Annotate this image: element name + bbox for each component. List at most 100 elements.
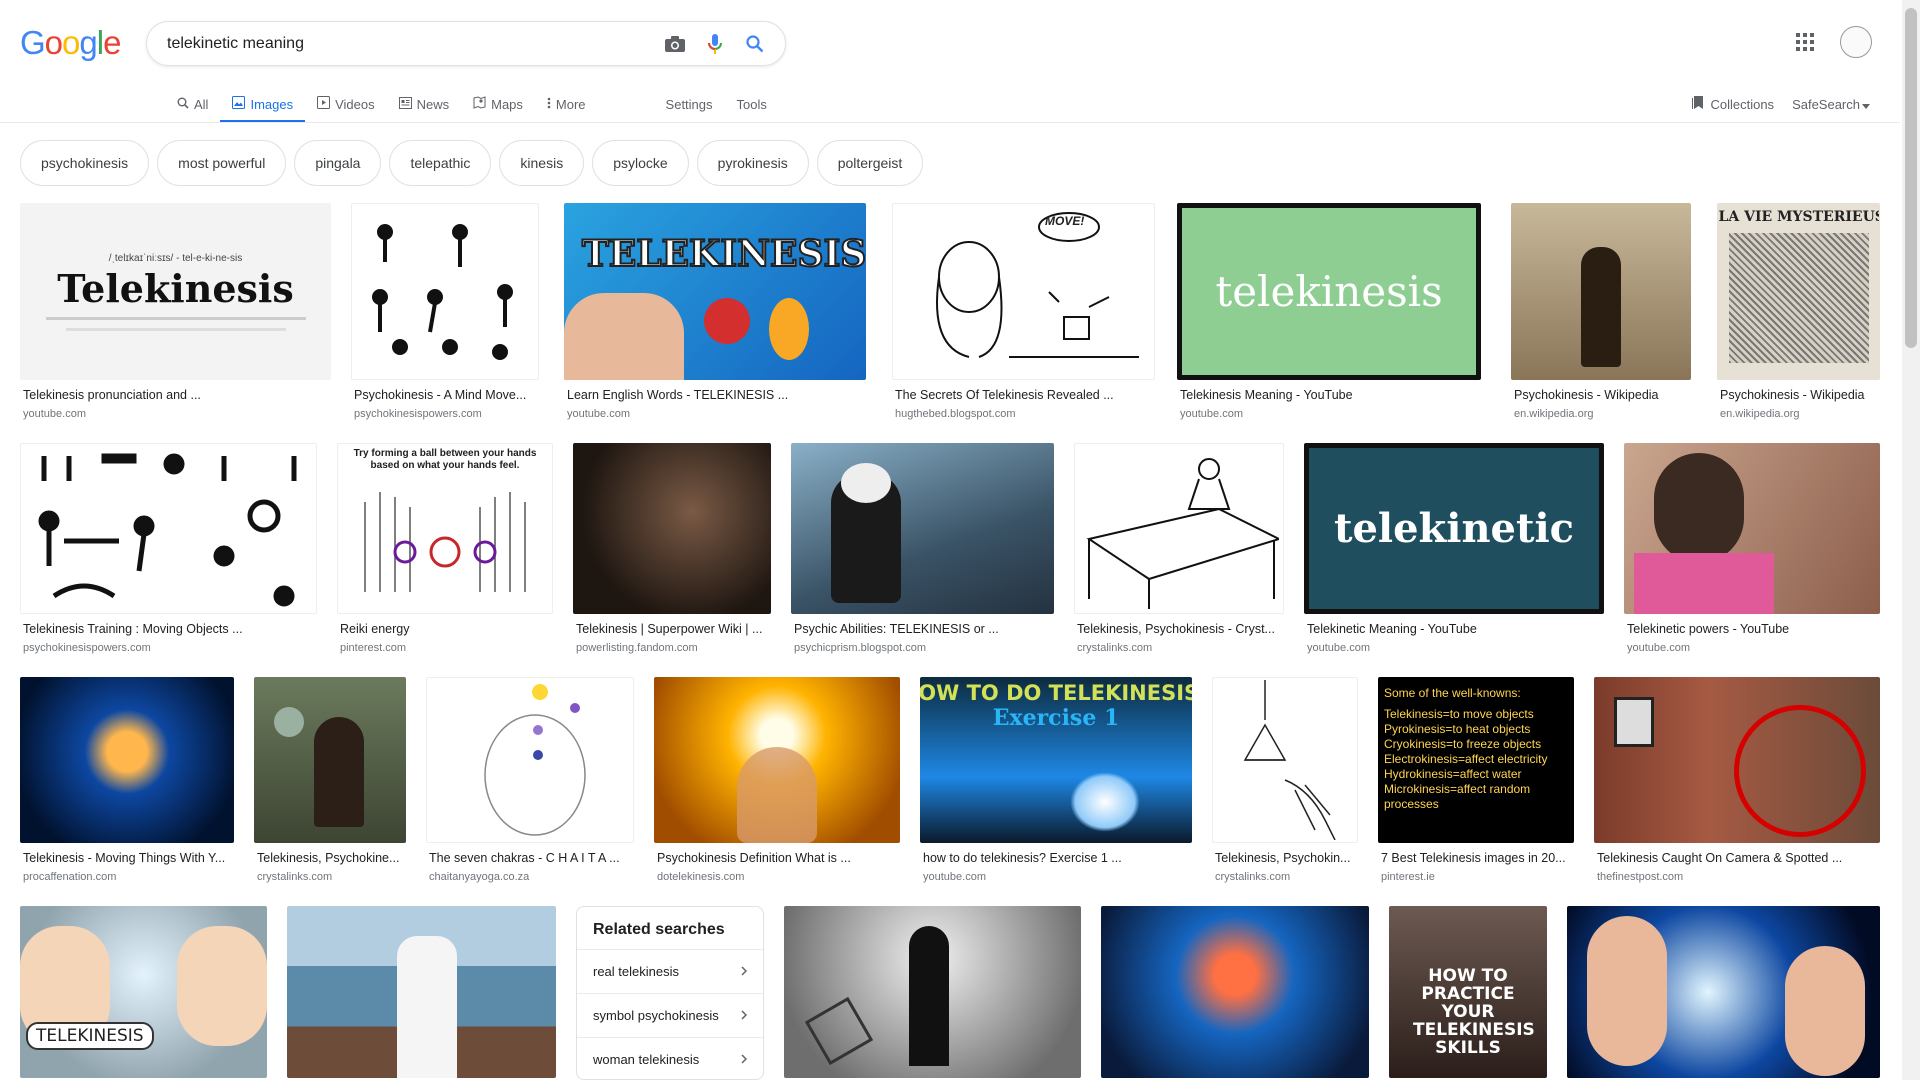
result-thumbnail[interactable] bbox=[426, 677, 634, 843]
result-caption[interactable]: Telekinesis Training : Moving Objects ..… bbox=[23, 622, 320, 636]
search-box[interactable]: telekinetic meaning bbox=[146, 21, 786, 66]
result-caption[interactable]: Psychokinesis - Wikipedia bbox=[1514, 388, 1694, 402]
result-thumbnail[interactable] bbox=[20, 443, 317, 614]
apps-grid-icon[interactable] bbox=[1795, 32, 1815, 57]
result-source[interactable]: psychokinesispowers.com bbox=[354, 408, 542, 420]
related-search-item[interactable]: real telekinesis bbox=[577, 949, 763, 993]
result-caption[interactable]: Telekinetic powers - YouTube bbox=[1627, 622, 1883, 636]
result-thumbnail[interactable]: TELEKINESIS bbox=[564, 203, 866, 380]
result-caption[interactable]: Telekinesis Meaning - YouTube bbox=[1180, 388, 1484, 402]
result-thumbnail[interactable] bbox=[784, 906, 1081, 1078]
tab-all[interactable]: All bbox=[165, 86, 220, 122]
microphone-icon[interactable] bbox=[695, 24, 735, 64]
result-thumbnail[interactable]: TELEKINESIS bbox=[20, 906, 267, 1078]
result-caption[interactable]: Telekinesis, Psychokine... bbox=[257, 851, 409, 865]
result-caption[interactable]: Learn English Words - TELEKINESIS ... bbox=[567, 388, 869, 402]
chip[interactable]: kinesis bbox=[499, 140, 585, 186]
result-source[interactable]: crystalinks.com bbox=[1215, 871, 1361, 883]
result-thumbnail[interactable] bbox=[654, 677, 900, 843]
result-caption[interactable]: Telekinesis Caught On Camera & Spotted .… bbox=[1597, 851, 1883, 865]
result-source[interactable]: hugthebed.blogspot.com bbox=[895, 408, 1158, 420]
safesearch-dropdown[interactable]: SafeSearch bbox=[1792, 97, 1870, 112]
result-thumbnail[interactable]: /ˌtelɪkaɪˈniːsɪs/ - tel-e-ki-ne-sis Tele… bbox=[20, 203, 331, 380]
result-thumbnail[interactable]: telekinetic bbox=[1304, 443, 1604, 614]
result-source[interactable]: procaffenation.com bbox=[23, 871, 237, 883]
result-caption[interactable]: Psychokinesis - A Mind Move... bbox=[354, 388, 542, 402]
tab-more[interactable]: More bbox=[535, 86, 598, 122]
result-caption[interactable]: The Secrets Of Telekinesis Revealed ... bbox=[895, 388, 1158, 402]
google-logo[interactable]: Google bbox=[20, 24, 121, 62]
scrollbar-thumb[interactable] bbox=[1905, 8, 1917, 348]
result-source[interactable]: en.wikipedia.org bbox=[1720, 408, 1883, 420]
result-source[interactable]: en.wikipedia.org bbox=[1514, 408, 1694, 420]
result-caption[interactable]: Telekinetic Meaning - YouTube bbox=[1307, 622, 1607, 636]
camera-icon[interactable] bbox=[655, 24, 695, 64]
result-thumbnail[interactable] bbox=[1594, 677, 1880, 843]
chip[interactable]: telepathic bbox=[389, 140, 492, 186]
result-thumbnail[interactable] bbox=[254, 677, 406, 843]
result-source[interactable]: crystalinks.com bbox=[257, 871, 409, 883]
result-caption[interactable]: how to do telekinesis? Exercise 1 ... bbox=[923, 851, 1195, 865]
result-caption[interactable]: Telekinesis, Psychokin... bbox=[1215, 851, 1361, 865]
result-source[interactable]: chaitanyayoga.co.za bbox=[429, 871, 637, 883]
result-caption[interactable]: Reiki energy bbox=[340, 622, 556, 636]
result-caption[interactable]: 7 Best Telekinesis images in 20... bbox=[1381, 851, 1577, 865]
result-caption[interactable]: Telekinesis pronunciation and ... bbox=[23, 388, 334, 402]
result-source[interactable]: powerlisting.fandom.com bbox=[576, 642, 774, 654]
chip[interactable]: poltergeist bbox=[816, 140, 924, 186]
result-caption[interactable]: The seven chakras - C H A I T A ... bbox=[429, 851, 637, 865]
result-caption[interactable]: Telekinesis, Psychokinesis - Cryst... bbox=[1077, 622, 1287, 636]
result-thumbnail[interactable]: MOVE! bbox=[892, 203, 1155, 380]
result-thumbnail[interactable] bbox=[287, 906, 556, 1078]
result-thumbnail[interactable] bbox=[1511, 203, 1691, 380]
chip[interactable]: most powerful bbox=[157, 140, 287, 186]
result-caption[interactable]: Psychic Abilities: TELEKINESIS or ... bbox=[794, 622, 1057, 636]
related-search-item[interactable]: woman telekinesis bbox=[577, 1037, 763, 1080]
tab-videos[interactable]: Videos bbox=[305, 86, 387, 122]
chip[interactable]: psychokinesis bbox=[20, 140, 150, 186]
result-source[interactable]: youtube.com bbox=[923, 871, 1195, 883]
result-source[interactable]: youtube.com bbox=[567, 408, 869, 420]
chip[interactable]: pingala bbox=[294, 140, 382, 186]
search-icon[interactable] bbox=[735, 24, 775, 64]
related-search-item[interactable]: symbol psychokinesis bbox=[577, 993, 763, 1037]
tools-link[interactable]: Tools bbox=[725, 86, 779, 122]
result-thumbnail[interactable] bbox=[573, 443, 771, 614]
tab-news[interactable]: News bbox=[387, 86, 462, 122]
result-thumbnail[interactable] bbox=[20, 677, 234, 843]
result-thumbnail[interactable]: HOW TO PRACTICE YOUR TELEKINESIS SKILLS bbox=[1389, 906, 1547, 1078]
result-source[interactable]: psychicprism.blogspot.com bbox=[794, 642, 1057, 654]
result-thumbnail[interactable] bbox=[1624, 443, 1880, 614]
result-source[interactable]: crystalinks.com bbox=[1077, 642, 1287, 654]
result-thumbnail[interactable] bbox=[1074, 443, 1284, 614]
result-thumbnail[interactable]: HOW TO DO TELEKINESIS? Exercise 1 bbox=[920, 677, 1192, 843]
page-scrollbar[interactable] bbox=[1902, 0, 1920, 1080]
result-caption[interactable]: Telekinesis - Moving Things With Y... bbox=[23, 851, 237, 865]
result-source[interactable]: dotelekinesis.com bbox=[657, 871, 903, 883]
result-source[interactable]: youtube.com bbox=[1307, 642, 1607, 654]
result-source[interactable]: psychokinesispowers.com bbox=[23, 642, 320, 654]
result-caption[interactable]: Psychokinesis Definition What is ... bbox=[657, 851, 903, 865]
result-source[interactable]: pinterest.com bbox=[340, 642, 556, 654]
result-thumbnail[interactable] bbox=[351, 203, 539, 380]
result-source[interactable]: pinterest.ie bbox=[1381, 871, 1577, 883]
account-avatar[interactable] bbox=[1840, 26, 1872, 58]
chip[interactable]: psylocke bbox=[592, 140, 689, 186]
collections-button[interactable]: Collections bbox=[1692, 95, 1774, 113]
result-source[interactable]: thefinestpost.com bbox=[1597, 871, 1883, 883]
settings-link[interactable]: Settings bbox=[654, 86, 725, 122]
tab-images[interactable]: Images bbox=[220, 86, 305, 123]
result-thumbnail[interactable]: Some of the well-knowns: Telekinesis=to … bbox=[1378, 677, 1574, 843]
result-caption[interactable]: Telekinesis | Superpower Wiki | ... bbox=[576, 622, 774, 636]
result-source[interactable]: youtube.com bbox=[1180, 408, 1484, 420]
result-caption[interactable]: Psychokinesis - Wikipedia bbox=[1720, 388, 1883, 402]
result-source[interactable]: youtube.com bbox=[23, 408, 334, 420]
search-input[interactable]: telekinetic meaning bbox=[147, 35, 655, 53]
result-thumbnail[interactable]: LA VIE MYSTERIEUSE bbox=[1717, 203, 1880, 380]
result-thumbnail[interactable]: telekinesis bbox=[1177, 203, 1481, 380]
result-thumbnail[interactable] bbox=[791, 443, 1054, 614]
result-thumbnail[interactable] bbox=[1212, 677, 1358, 843]
result-thumbnail[interactable]: Try forming a ball between your hands ba… bbox=[337, 443, 553, 614]
chip[interactable]: pyrokinesis bbox=[696, 140, 809, 186]
tab-maps[interactable]: Maps bbox=[461, 86, 535, 122]
